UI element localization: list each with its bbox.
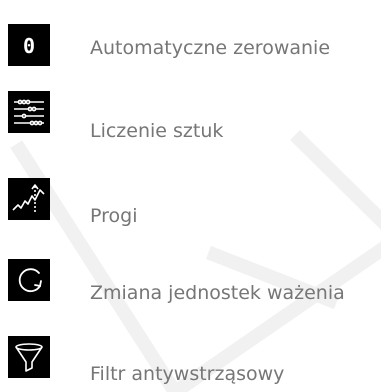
threshold-graph-icon — [8, 178, 50, 220]
feature-label-piece-count: Liczenie sztuk — [90, 120, 224, 142]
feature-item-piece-count: Liczenie sztuk — [0, 91, 381, 142]
filter-funnel-icon — [8, 336, 50, 378]
svg-text:0: 0 — [23, 34, 35, 58]
feature-item-filter: Filtr antywstrząsowy — [0, 336, 381, 385]
piece-count-icon — [8, 91, 50, 133]
feature-item-thresholds: Progi — [0, 178, 381, 227]
unit-change-icon — [8, 259, 50, 301]
feature-label-auto-zero: Automatyczne zerowanie — [90, 37, 331, 59]
feature-list: 0 Automatyczne zerowanie Liczenie sztuk … — [0, 0, 381, 392]
feature-label-filter: Filtr antywstrząsowy — [90, 363, 285, 385]
feature-item-auto-zero: 0 Automatyczne zerowanie — [0, 24, 381, 68]
zero-digit-icon: 0 — [8, 24, 50, 66]
feature-label-thresholds: Progi — [90, 205, 138, 227]
feature-label-unit-change: Zmiana jednostek ważenia — [90, 282, 345, 304]
feature-item-unit-change: Zmiana jednostek ważenia — [0, 259, 381, 304]
